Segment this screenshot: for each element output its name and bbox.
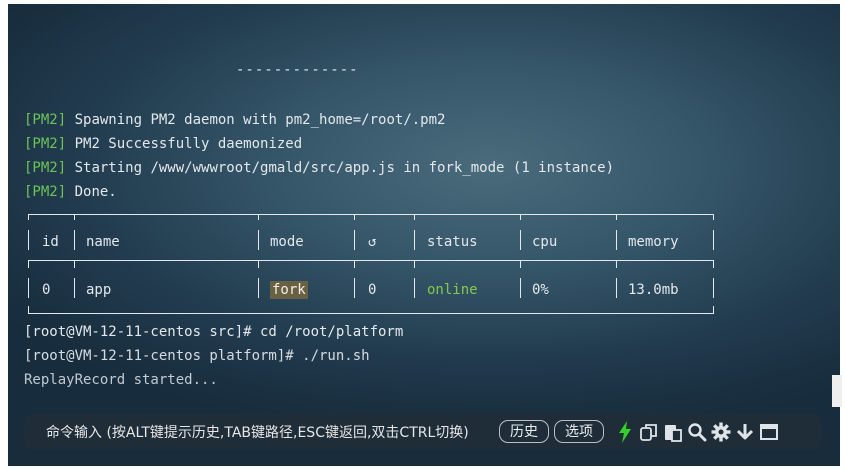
pm2-log-line: [PM2] Starting /www/wwwroot/gmald/src/ap… xyxy=(24,158,614,178)
pm2-log-text: Spawning PM2 daemon with pm2_home=/root/… xyxy=(74,112,446,128)
pm2-log-text: PM2 Successfully daemonized xyxy=(74,136,303,152)
scrollbar-thumb[interactable] xyxy=(832,375,842,407)
separator-line: ------------- xyxy=(236,62,359,78)
col-header-name: name xyxy=(86,234,120,250)
cell-cpu: 0% xyxy=(532,282,549,298)
cell-restarts: 0 xyxy=(368,282,377,298)
pm2-log-line: [PM2] PM2 Successfully daemonized xyxy=(24,134,302,154)
pm2-tag: [PM2] xyxy=(24,160,67,176)
pm2-tag: [PM2] xyxy=(24,184,67,200)
options-button[interactable]: 选项 xyxy=(554,420,604,443)
history-button[interactable]: 历史 xyxy=(499,420,549,443)
command-input-bar: 命令输入 (按ALT键提示历史,TAB键路径,ESC键返回,双击CTRL切换) … xyxy=(24,413,822,450)
pm2-log-line: [PM2] Spawning PM2 daemon with pm2_home=… xyxy=(24,110,445,130)
window-icon[interactable] xyxy=(758,420,780,444)
cell-name: app xyxy=(86,282,112,298)
copy-icon[interactable] xyxy=(638,420,660,444)
terminal-window[interactable]: ------------- [PM2] Spawning PM2 daemon … xyxy=(8,4,840,466)
cell-status: online xyxy=(427,282,478,298)
paste-icon[interactable] xyxy=(662,420,684,444)
pm2-log-line: [PM2] Done. xyxy=(24,182,117,202)
pm2-tag: [PM2] xyxy=(24,136,67,152)
shell-line: ReplayRecord started... xyxy=(24,372,218,388)
search-icon[interactable] xyxy=(686,420,708,444)
gear-icon[interactable] xyxy=(710,420,732,444)
col-header-mode: mode xyxy=(270,234,304,250)
shell-line: [root@VM-12-11-centos platform]# ./run.s… xyxy=(24,348,370,364)
download-icon[interactable] xyxy=(734,420,756,444)
mode-highlight: fork xyxy=(270,281,308,299)
command-input[interactable]: 命令输入 (按ALT键提示历史,TAB键路径,ESC键返回,双击CTRL切换) xyxy=(46,422,494,442)
cell-id: 0 xyxy=(42,282,51,298)
col-header-cpu: cpu xyxy=(532,234,558,250)
pm2-log-text: Starting /www/wwwroot/gmald/src/app.js i… xyxy=(74,160,615,176)
cell-mode: fork xyxy=(270,280,308,300)
pm2-tag: [PM2] xyxy=(24,112,67,128)
cell-memory: 13.0mb xyxy=(628,282,679,298)
shell-line: [root@VM-12-11-centos src]# cd /root/pla… xyxy=(24,324,404,340)
col-header-id: id xyxy=(42,234,59,250)
pm2-process-table: id name mode ↺ status cpu memory 0 app f… xyxy=(28,214,714,314)
col-header-memory: memory xyxy=(628,234,679,250)
col-header-restarts: ↺ xyxy=(368,234,377,250)
col-header-status: status xyxy=(427,234,478,250)
bolt-icon[interactable] xyxy=(614,420,636,444)
pm2-log-text: Done. xyxy=(74,184,117,200)
